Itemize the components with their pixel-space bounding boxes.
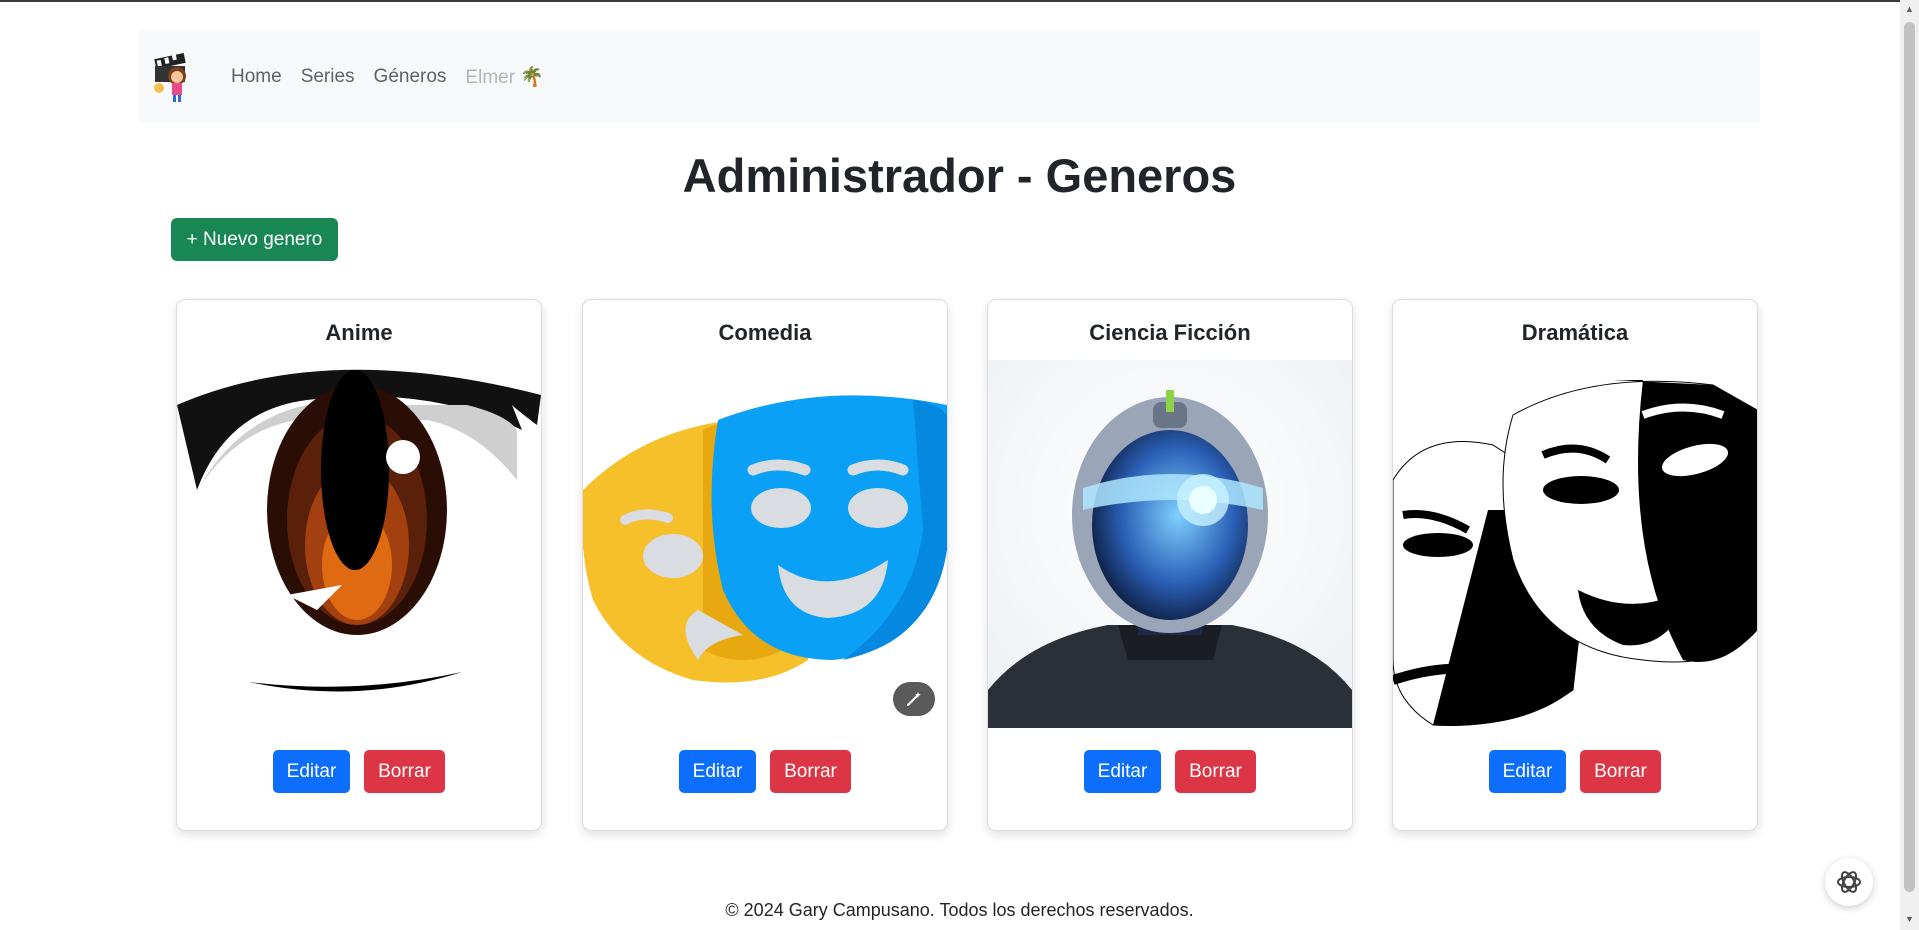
scrollbar-thumb[interactable]: [1904, 22, 1915, 892]
scroll-down-icon[interactable]: ▼: [1905, 914, 1914, 924]
card-actions: Editar Borrar: [177, 750, 541, 793]
genre-card-ciencia-ficcion: Ciencia Ficción Editar Borrar: [987, 299, 1353, 831]
footer-copyright: © 2024 Gary Campusano. Todos los derecho…: [725, 900, 1194, 920]
nav-user-name[interactable]: Elmer 🌴: [465, 65, 544, 89]
drama-masks-image: [1393, 380, 1757, 727]
delete-button[interactable]: Borrar: [1580, 750, 1661, 793]
genre-card-comedia: Comedia Editar Borrar: [582, 299, 948, 831]
edit-button[interactable]: Editar: [679, 750, 756, 793]
scifi-robot-image: [988, 360, 1352, 728]
anime-eye-image: [177, 369, 541, 692]
page-title: Administrador - Generos: [682, 149, 1237, 202]
navbar: Home Series Géneros Elmer 🌴: [139, 30, 1760, 123]
card-title: Anime: [325, 320, 393, 345]
assistant-icon[interactable]: [1825, 858, 1873, 906]
edit-button[interactable]: Editar: [273, 750, 350, 793]
nav-link-home[interactable]: Home: [231, 66, 282, 88]
card-actions: Editar Borrar: [583, 750, 947, 793]
site-logo[interactable]: [147, 50, 201, 104]
genre-card-anime: Anime Editar Borrar: [176, 299, 542, 831]
delete-button[interactable]: Borrar: [364, 750, 445, 793]
card-title: Dramática: [1521, 320, 1629, 345]
delete-button[interactable]: Borrar: [1175, 750, 1256, 793]
magic-wand-icon[interactable]: [893, 682, 935, 716]
window-top-border: [0, 0, 1919, 2]
genre-card-dramatica: Dramática Editar Borrar: [1392, 299, 1758, 831]
card-actions: Editar Borrar: [1393, 750, 1757, 793]
delete-button[interactable]: Borrar: [770, 750, 851, 793]
card-title: Ciencia Ficción: [1089, 320, 1251, 345]
edit-button[interactable]: Editar: [1084, 750, 1161, 793]
card-actions: Editar Borrar: [988, 750, 1352, 793]
card-title: Comedia: [718, 320, 812, 345]
scroll-up-icon[interactable]: ▲: [1905, 4, 1914, 14]
comedy-masks-image: [583, 395, 947, 683]
edit-button[interactable]: Editar: [1489, 750, 1566, 793]
nav-link-series[interactable]: Series: [301, 66, 355, 88]
new-genre-button[interactable]: + Nuevo genero: [171, 218, 338, 261]
nav-link-generos[interactable]: Géneros: [374, 66, 447, 88]
vertical-scrollbar[interactable]: ▲ ▼: [1900, 0, 1919, 930]
